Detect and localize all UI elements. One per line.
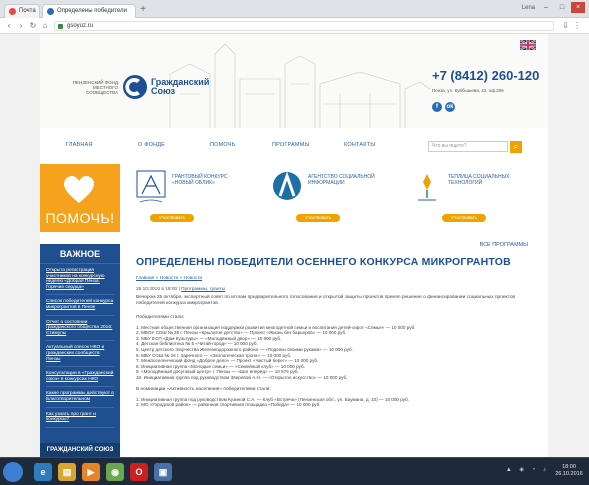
sidebar-item[interactable]: Актуальный список НКО и гражданских сооб… bbox=[46, 341, 114, 368]
sidebar-bottom-title: Гражданский союз bbox=[40, 443, 120, 457]
sidebar: Важное Открыта регистрация участников на… bbox=[40, 244, 120, 457]
logo-text-line2: Союз bbox=[151, 86, 176, 96]
facebook-icon[interactable]: f bbox=[432, 102, 442, 112]
list-item: 10. Инициативная группа под руководством… bbox=[136, 374, 348, 380]
heart-icon bbox=[64, 176, 94, 203]
phone-number[interactable]: +7 (8412) 260-120 bbox=[432, 68, 539, 83]
system-tray[interactable]: ▲ ◈ ◔ ♪ bbox=[506, 466, 549, 473]
sidebar-item[interactable]: Отчет о состоянии гражданского общества … bbox=[46, 316, 114, 342]
logo-text: Гражданский Союз bbox=[148, 78, 209, 96]
back-icon[interactable]: ‹ bbox=[4, 20, 14, 32]
partner-name: Грантовый конкурс «Новый облик» bbox=[172, 174, 228, 186]
nav-item-programs[interactable]: Программы bbox=[272, 142, 310, 148]
winners-heading: Победителями стали: bbox=[136, 314, 185, 320]
new-tab-icon[interactable]: + bbox=[138, 5, 148, 15]
search-icon[interactable]: ⌕ bbox=[510, 141, 522, 153]
article-meta: 26.10.2016 в 18:00 | Программы, гранты bbox=[136, 287, 226, 292]
home-icon[interactable]: ⌂ bbox=[40, 20, 50, 32]
browser-menu-icon[interactable]: ⋮ bbox=[573, 20, 581, 32]
reload-icon[interactable]: ↻ bbox=[28, 20, 38, 32]
browser-tab-mail[interactable]: Почта × bbox=[4, 4, 40, 18]
partner-button[interactable]: Участвовать bbox=[442, 214, 486, 222]
close-window-icon[interactable]: × bbox=[571, 2, 585, 13]
sidebar-item[interactable]: Открыта регистрация участников на конкур… bbox=[46, 264, 114, 296]
partner-name: Теплица социальных технологий bbox=[448, 174, 510, 186]
nomination-heading: В номинации «Активность населения» побед… bbox=[136, 386, 271, 392]
article-intro: Вечером 25 октября, экспертный совет по … bbox=[136, 295, 516, 306]
odnoklassniki-icon[interactable]: ok bbox=[445, 102, 455, 112]
clock-time: 18:00 bbox=[562, 464, 576, 470]
browser-tab-active[interactable]: Определены победители × bbox=[42, 4, 136, 18]
main-nav: Главная О фонде Помочь Программы Контакт… bbox=[40, 138, 548, 154]
breadcrumb[interactable]: Главная » Новости » Новости bbox=[136, 276, 536, 281]
minimize-icon[interactable]: – bbox=[539, 2, 553, 13]
lock-icon bbox=[58, 24, 63, 29]
download-icon[interactable]: ⇩ bbox=[562, 20, 569, 32]
site-logo[interactable]: Пензенский фонд местного сообщества Граж… bbox=[62, 74, 209, 100]
sidebar-item[interactable]: Список победителей конкурса микрогрантов… bbox=[46, 295, 114, 316]
teplitsa-logo-icon bbox=[418, 174, 436, 201]
taskbar: e ▤ ▶ ◉ O ▣ ▲ ◈ ◔ ♪ 18:00 26.10.2016 bbox=[0, 457, 589, 485]
mail-favicon-icon bbox=[9, 8, 16, 15]
list-item: 2. МО «Городской район» — районная спорт… bbox=[136, 402, 321, 408]
site-favicon-icon bbox=[47, 8, 54, 15]
sidebar-item[interactable]: Консультации в «Гражданский союз» в конк… bbox=[46, 367, 114, 388]
sculpture-logo-icon bbox=[136, 170, 166, 203]
partner-button[interactable]: Участвовать bbox=[296, 214, 340, 222]
opera-icon[interactable]: O bbox=[130, 463, 148, 481]
folder-icon[interactable]: ▤ bbox=[58, 463, 76, 481]
all-programs-link[interactable]: Все программы bbox=[480, 242, 528, 248]
article: Определены победители осеннего конкурса … bbox=[136, 256, 536, 457]
sidebar-item[interactable]: Как узнать про грант и конкурсы? bbox=[46, 408, 114, 428]
media-icon[interactable]: ▶ bbox=[82, 463, 100, 481]
help-banner[interactable]: ПОМОЧЬ! bbox=[40, 164, 120, 232]
tab-close-icon[interactable]: × bbox=[135, 8, 136, 14]
article-title: Определены победители осеннего конкурса … bbox=[136, 256, 511, 268]
help-label: ПОМОЧЬ! bbox=[45, 210, 115, 226]
article-category-link[interactable]: Программы, гранты bbox=[181, 287, 225, 292]
winners-list: 1. Местная общественная организация подд… bbox=[136, 325, 536, 381]
browser-tab-bar: Почта × Определены победители × + Lena –… bbox=[0, 0, 589, 18]
nomination-list: 1. Инициативная группа под руководством … bbox=[136, 397, 536, 408]
clock-date: 26.10.2016 bbox=[555, 471, 583, 477]
partner-name: Агентство социальной информации bbox=[308, 174, 375, 186]
asi-logo-icon bbox=[273, 171, 301, 200]
office-address: Пенза, ул. Куйбышева, 42, оф.209 bbox=[432, 88, 504, 93]
site: Пензенский фонд местного сообщества Граж… bbox=[40, 34, 548, 457]
start-button[interactable] bbox=[3, 462, 23, 482]
nav-item-about[interactable]: О фонде bbox=[138, 142, 165, 148]
page-viewport: Пензенский фонд местного сообщества Граж… bbox=[0, 34, 589, 457]
partner-button[interactable]: Участвовать bbox=[150, 214, 194, 222]
article-date: 26.10.2016 в 18:00 bbox=[136, 287, 178, 292]
explorer-icon[interactable]: e bbox=[34, 463, 52, 481]
window-controls: – □ × bbox=[539, 2, 585, 13]
sidebar-item[interactable]: Какие программы действуют в Благотворите… bbox=[46, 387, 114, 408]
logo-mark-icon bbox=[123, 75, 147, 99]
photos-icon[interactable]: ▣ bbox=[154, 463, 172, 481]
social-links: f ok bbox=[432, 102, 455, 112]
logo-caption: Пензенский фонд местного сообщества bbox=[72, 79, 118, 95]
url-input[interactable]: gsoyuz.ru bbox=[54, 21, 554, 31]
forward-icon[interactable]: › bbox=[16, 20, 26, 32]
search-input[interactable]: Что вы ищете? bbox=[428, 141, 508, 152]
nav-item-help[interactable]: Помочь bbox=[210, 142, 235, 148]
nav-item-home[interactable]: Главная bbox=[66, 142, 93, 148]
sidebar-title: Важное bbox=[40, 244, 120, 264]
chrome-icon[interactable]: ◉ bbox=[106, 463, 124, 481]
maximize-icon[interactable]: □ bbox=[555, 2, 569, 13]
site-header: Пензенский фонд местного сообщества Граж… bbox=[40, 34, 548, 128]
tab-label: Определены победители bbox=[57, 8, 127, 14]
browser-user-label[interactable]: Lena bbox=[522, 3, 535, 14]
partner-programs: Грантовый конкурс «Новый облик» Участвов… bbox=[120, 164, 548, 232]
clock[interactable]: 18:00 26.10.2016 bbox=[553, 464, 585, 478]
uk-flag-icon[interactable] bbox=[520, 40, 536, 50]
address-bar: ‹ › ↻ ⌂ gsoyuz.ru ⇩ ⋮ bbox=[0, 18, 589, 34]
nav-item-contacts[interactable]: Контакты bbox=[344, 142, 375, 148]
tab-label: Почта bbox=[19, 8, 36, 14]
